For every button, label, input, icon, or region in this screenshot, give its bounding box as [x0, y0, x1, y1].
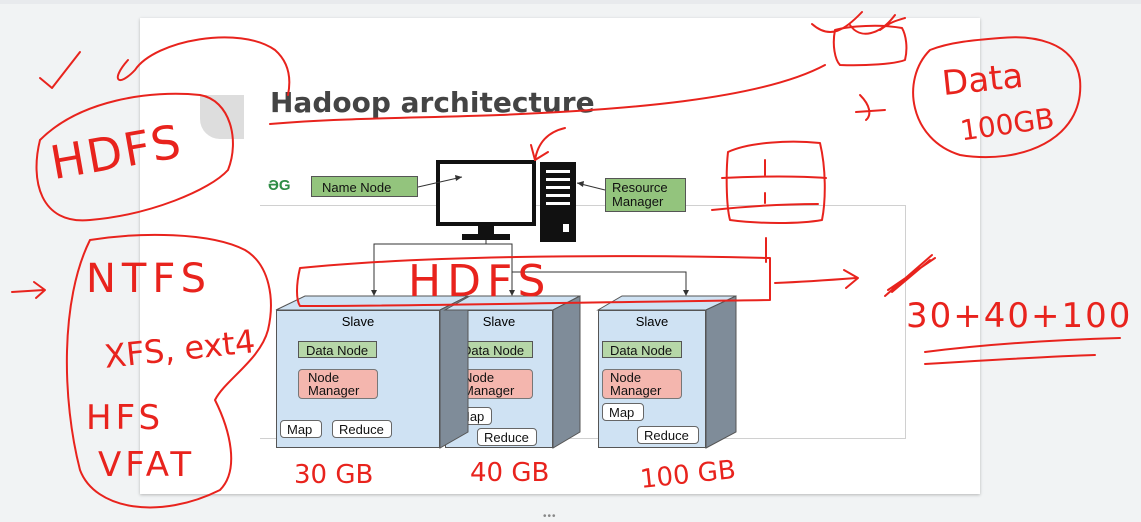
- data-note-line1: Data: [940, 55, 1026, 105]
- node-manager-label-2b: Manager: [463, 383, 515, 398]
- reduce-box-1: Reduce: [332, 420, 392, 438]
- map-box-2: Map: [452, 407, 492, 425]
- slide-title: Hadoop architecture: [270, 86, 595, 119]
- slave-label-2: Slave: [482, 314, 516, 329]
- data-node-box-3: Data Node: [602, 341, 682, 358]
- map-label-3: Map: [609, 405, 635, 420]
- node-manager-box-2: Node Manager: [455, 369, 533, 399]
- fs-hfs: HFS: [86, 398, 165, 438]
- top-toolbar-strip: [0, 0, 1141, 4]
- slide-corner-decoration: [200, 95, 244, 139]
- reduce-label-2: Reduce: [484, 430, 529, 445]
- map-label-1: Map: [287, 422, 313, 437]
- gfg-logo: ӘG: [268, 177, 291, 194]
- slave-label-3: Slave: [635, 314, 669, 329]
- reduce-label-1: Reduce: [339, 422, 384, 437]
- reduce-box-3: Reduce: [637, 426, 699, 444]
- name-node-label: Name Node: [322, 180, 392, 195]
- map-box-1: Map: [280, 420, 322, 438]
- resource-manager-label-2: Manager: [612, 194, 664, 209]
- size-sum: 30+40+100: [906, 296, 1133, 336]
- data-node-label-1: Data Node: [306, 343, 369, 358]
- node-manager-box-1: Node Manager: [298, 369, 378, 399]
- fs-vfat: VFAT: [98, 445, 196, 485]
- resource-manager-label-1: Resource: [612, 180, 668, 195]
- reduce-label-3: Reduce: [644, 428, 689, 443]
- size-slave-1: 30 GB: [294, 460, 374, 490]
- check-mark-1: [39, 51, 81, 89]
- reduce-box-2: Reduce: [477, 428, 537, 446]
- size-slave-2: 40 GB: [470, 458, 550, 488]
- map-box-3: Map: [602, 403, 644, 421]
- hdfs-handwritten-center: HDFS: [408, 256, 552, 307]
- node-manager-label-3b: Manager: [610, 383, 662, 398]
- data-node-box-2: Data Node: [454, 341, 533, 358]
- map-label-2: Map: [459, 409, 485, 424]
- data-node-label-2: Data Node: [462, 343, 525, 358]
- resource-manager-box: Resource Manager: [605, 178, 686, 212]
- data-node-box-1: Data Node: [298, 341, 377, 358]
- node-manager-box-3: Node Manager: [602, 369, 682, 399]
- name-node-box: Name Node: [311, 176, 418, 197]
- master-label: Master: [467, 167, 507, 182]
- fs-ntfs: NTFS: [86, 256, 213, 302]
- master-text: Master: [467, 167, 507, 182]
- data-node-label-3: Data Node: [610, 343, 673, 358]
- slave-label-1: Slave: [341, 314, 375, 329]
- node-manager-label-1b: Manager: [308, 383, 360, 398]
